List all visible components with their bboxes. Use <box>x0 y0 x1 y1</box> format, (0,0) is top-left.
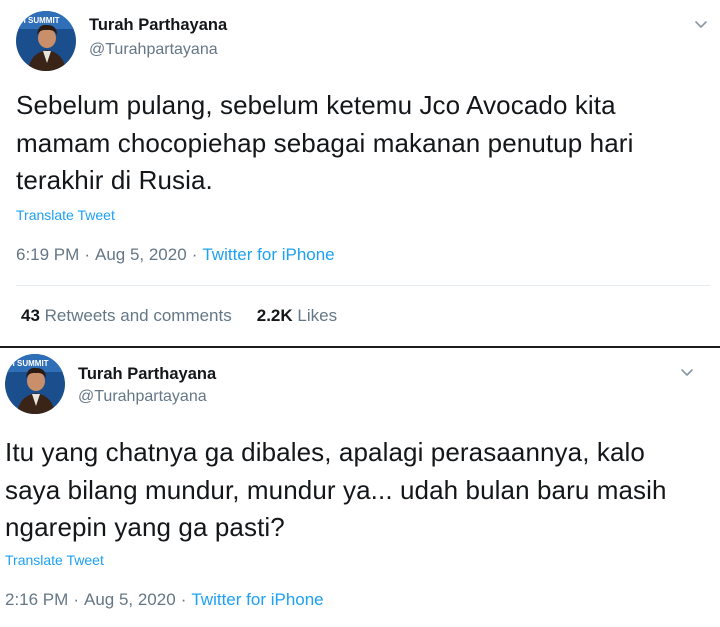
tweet-source-link[interactable]: Twitter for iPhone <box>191 590 323 609</box>
avatar-banner-text: H SUMMIT <box>20 16 60 25</box>
display-name[interactable]: Turah Parthayana <box>89 16 227 35</box>
screenshot-divider <box>0 346 720 348</box>
avatar-image: H SUMMIT <box>16 11 76 71</box>
tweet-date[interactable]: Aug 5, 2020 <box>95 245 187 264</box>
separator-dot: · <box>84 245 90 264</box>
separator-dot: · <box>180 590 187 609</box>
retweets-label: Retweets and comments <box>44 306 232 325</box>
chevron-down-icon[interactable] <box>693 16 709 32</box>
retweets-count: 43 <box>21 306 40 325</box>
tweet-time[interactable]: 6:19 PM <box>16 245 79 264</box>
tweet-text: Sebelum pulang, sebelum ketemu Jco Avoca… <box>16 90 634 195</box>
tweet-metadata: 6:19 PM · Aug 5, 2020 · Twitter for iPhone <box>16 245 335 265</box>
tweet-text: Itu yang chatnya ga dibales, apalagi per… <box>5 437 667 542</box>
tweet-card: H SUMMIT Turah Parthayana @Turahpartayan… <box>0 0 720 346</box>
likes-stat[interactable]: 2.2K Likes <box>257 306 337 325</box>
likes-count: 2.2K <box>256 306 293 325</box>
avatar[interactable]: H SUMMIT <box>5 354 65 414</box>
user-handle[interactable]: @Turahpartayana <box>89 41 218 59</box>
tweet-time[interactable]: 2:16 PM <box>5 590 68 609</box>
tweet-card: H SUMMIT Turah Parthayana @Turahpartayan… <box>0 349 720 627</box>
avatar[interactable]: H SUMMIT <box>16 11 76 71</box>
engagement-stats: 43 Retweets and comments 2.2K Likes <box>21 306 337 326</box>
separator-dot: · <box>191 245 198 264</box>
display-name[interactable]: Turah Parthayana <box>78 365 216 384</box>
likes-label: Likes <box>297 306 338 325</box>
user-handle[interactable]: @Turahpartayana <box>78 388 207 406</box>
separator-dot: · <box>73 590 79 609</box>
translate-tweet-link[interactable]: Translate Tweet <box>5 552 104 568</box>
avatar-image: H SUMMIT <box>5 354 65 414</box>
retweets-stat[interactable]: 43 Retweets and comments <box>21 306 232 325</box>
tweet-metadata: 2:16 PM · Aug 5, 2020 · Twitter for iPhone <box>5 590 324 610</box>
tweet-date[interactable]: Aug 5, 2020 <box>84 590 176 609</box>
divider <box>16 285 710 286</box>
chevron-down-icon[interactable] <box>679 364 695 380</box>
tweet-source-link[interactable]: Twitter for iPhone <box>202 245 334 264</box>
avatar-banner-text: H SUMMIT <box>9 359 49 368</box>
translate-tweet-link[interactable]: Translate Tweet <box>16 207 115 223</box>
